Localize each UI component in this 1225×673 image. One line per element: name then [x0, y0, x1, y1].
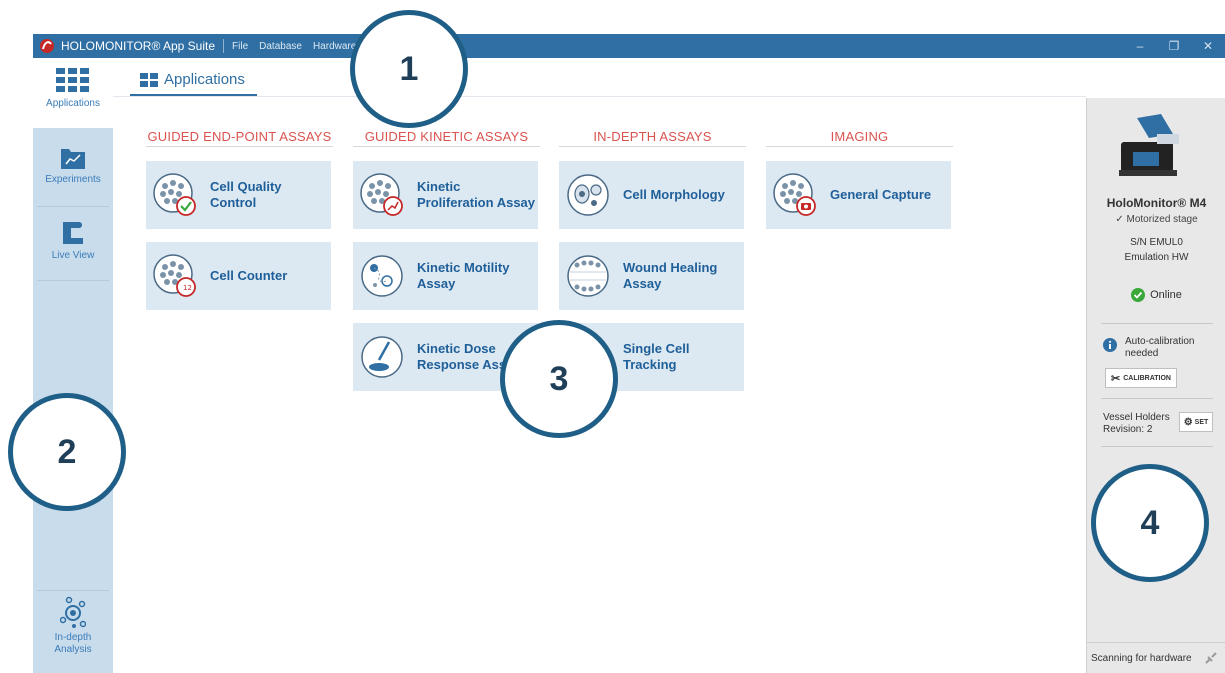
- tools-icon: ✂: [1111, 372, 1121, 385]
- device-panel: HoloMonitor® M4 ✓ Motorized stage S/N EM…: [1086, 98, 1225, 673]
- info-icon: [1103, 338, 1117, 352]
- device-mode: Emulation HW: [1124, 252, 1189, 263]
- callout-3: 3: [500, 320, 618, 438]
- tile-cell-counter-label: Cell Counter: [210, 268, 288, 283]
- online-check-icon: [1131, 288, 1146, 302]
- device-status-label: Online: [1150, 289, 1182, 301]
- vessel-holders-info: Vessel Holders Revision: 2: [1103, 412, 1170, 436]
- holomonitor-logo-icon: [37, 36, 57, 56]
- tile-wound-healing-label: Wound Healing Assay: [623, 260, 718, 291]
- svg-text:12: 12: [183, 284, 192, 292]
- callout-2: 2: [8, 393, 126, 511]
- tab-applications-label: Applications: [164, 71, 245, 88]
- cell-counter-icon: 12: [153, 254, 196, 297]
- gear-icon: ⚙: [1183, 416, 1193, 428]
- callout-1: 1: [350, 10, 468, 128]
- tile-cell-quality-label: Cell Quality Control: [210, 179, 282, 210]
- tile-kinetic-motility-label: Kinetic Motility Assay: [417, 260, 510, 291]
- tile-wound-healing[interactable]: Wound Healing Assay: [559, 242, 744, 310]
- section-guided-endpoint: GUIDED END-POINT ASSAYS: [146, 129, 333, 147]
- device-name: HoloMonitor® M4: [1106, 196, 1207, 210]
- holomonitor-device-icon: [1119, 114, 1179, 176]
- app-window: HOLOMONITOR® App Suite File Database Har…: [0, 0, 1225, 673]
- nav-applications[interactable]: Applications: [33, 58, 113, 128]
- section-guided-kinetic: GUIDED KINETIC ASSAYS: [353, 129, 540, 147]
- tile-cell-counter[interactable]: 12 Cell Counter: [146, 242, 331, 310]
- grid-icon: [140, 73, 158, 87]
- device-serial: S/N EMUL0: [1130, 237, 1183, 248]
- title-bar: HOLOMONITOR® App Suite File Database Har…: [33, 34, 1225, 58]
- window-controls: – ❐ ✕: [1123, 34, 1225, 58]
- panel-divider: [1101, 398, 1213, 399]
- vessel-holders-revision: Revision: 2: [1103, 424, 1153, 435]
- cell-morphology-icon: [567, 174, 609, 216]
- nav-live-view[interactable]: Live View: [33, 220, 113, 261]
- nav-live-view-label: Live View: [51, 250, 95, 261]
- nav-applications-label: Applications: [46, 98, 100, 109]
- device-stage: ✓ Motorized stage: [1115, 214, 1198, 225]
- cell-growth-icon: [360, 173, 403, 216]
- calibration-button[interactable]: ✂ CALIBRATION: [1105, 368, 1177, 388]
- tile-cell-morphology-label: Cell Morphology: [623, 187, 725, 202]
- nav-experiments-label: Experiments: [45, 174, 101, 185]
- left-nav: Applications Experiments Live View In-de…: [33, 58, 113, 673]
- grid-icon: [56, 68, 89, 92]
- close-button[interactable]: ✕: [1191, 39, 1225, 53]
- nav-indepth-analysis[interactable]: In-depth Analysis: [33, 596, 113, 656]
- restore-button[interactable]: ❐: [1157, 39, 1191, 53]
- folder-chart-icon: [61, 149, 85, 169]
- tile-single-cell-label: Single Cell Tracking: [623, 341, 690, 372]
- vessel-holders-label: Vessel Holders: [1103, 412, 1170, 423]
- set-button-label: SET: [1194, 418, 1209, 426]
- app-title: HOLOMONITOR® App Suite: [61, 39, 216, 53]
- set-button[interactable]: ⚙ SET: [1179, 412, 1213, 432]
- tile-kinetic-motility[interactable]: Kinetic Motility Assay: [353, 242, 538, 310]
- menu-database[interactable]: Database: [259, 41, 302, 52]
- menu-file[interactable]: File: [232, 41, 248, 52]
- nav-divider: [37, 590, 109, 591]
- calibration-message: Auto-calibration needed: [1125, 336, 1195, 359]
- title-separator: [223, 39, 225, 53]
- tile-kinetic-proliferation[interactable]: Kinetic Proliferation Assay: [353, 161, 538, 229]
- minimize-button[interactable]: –: [1123, 39, 1157, 53]
- nav-divider: [37, 280, 109, 281]
- callout-4: 4: [1091, 464, 1209, 582]
- panel-divider: [1101, 446, 1213, 447]
- tile-kinetic-proliferation-label: Kinetic Proliferation Assay: [417, 179, 536, 210]
- scanning-status: Scanning for hardware: [1091, 653, 1192, 664]
- calibration-button-label: CALIBRATION: [1123, 374, 1171, 382]
- wound-healing-icon: [567, 255, 609, 297]
- camera-capture-icon: [773, 173, 816, 216]
- menu-hardware[interactable]: Hardware: [313, 41, 356, 52]
- device-status: Online: [1087, 288, 1225, 302]
- tile-general-capture-label: General Capture: [830, 187, 932, 202]
- panel-divider: [1101, 323, 1213, 324]
- nav-divider: [37, 206, 109, 207]
- tile-cell-quality-control[interactable]: Cell Quality Control: [146, 161, 331, 229]
- pipette-dose-icon: [361, 336, 403, 378]
- status-divider: [1087, 642, 1225, 643]
- nav-indepth-label: In-depth Analysis: [54, 632, 92, 655]
- nav-experiments[interactable]: Experiments: [33, 146, 113, 185]
- disconnected-plug-icon: [1205, 652, 1217, 664]
- section-imaging: IMAGING: [766, 129, 953, 147]
- section-indepth: IN-DEPTH ASSAYS: [559, 129, 746, 147]
- cell-motility-icon: [361, 255, 403, 297]
- cell-check-icon: [153, 173, 196, 216]
- tile-cell-morphology[interactable]: Cell Morphology: [559, 161, 744, 229]
- header-divider: [113, 96, 1086, 97]
- tab-applications[interactable]: Applications: [130, 68, 257, 96]
- network-analysis-icon: [60, 596, 86, 628]
- tile-general-capture[interactable]: General Capture: [766, 161, 951, 229]
- microscope-icon: [63, 222, 83, 244]
